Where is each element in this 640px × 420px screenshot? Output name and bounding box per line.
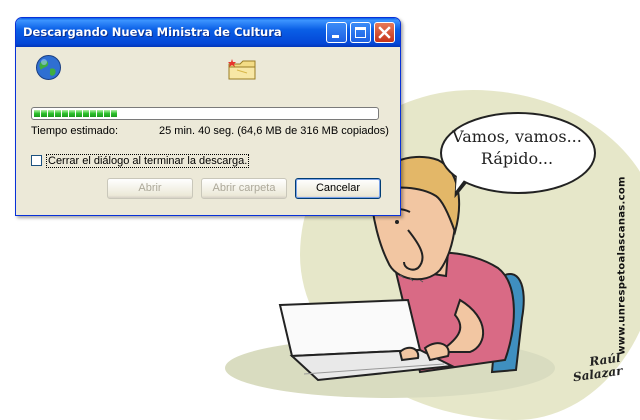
title-bar[interactable]: Descargando Nueva Ministra de Cultura [16,18,400,47]
progress-segment [34,110,40,117]
progress-segment [111,110,117,117]
globe-icon [36,55,61,80]
dialog-body: Tiempo estimado: 25 min. 40 seg. (64,6 M… [19,47,397,212]
open-folder-button[interactable]: Abrir carpeta [201,178,287,199]
site-credit: www.unrespetoalascanas.com [616,168,634,368]
close-button[interactable] [374,22,395,43]
speech-line-2: Rápido... [480,149,554,168]
open-button[interactable]: Abrir [107,178,193,199]
progress-segment [41,110,47,117]
close-on-finish-label[interactable]: Cerrar el diálogo al terminar la descarg… [46,154,250,168]
close-on-finish-checkbox[interactable] [31,155,42,166]
folder-icon [228,59,256,80]
progress-segment [83,110,89,117]
download-dialog: Descargando Nueva Ministra de Cultura Ti… [15,17,401,216]
minimize-icon [332,35,339,38]
minimize-button[interactable] [326,22,347,43]
estimated-time-label: Tiempo estimado: [31,125,119,137]
progress-segment [97,110,103,117]
estimated-time-value: 25 min. 40 seg. (64,6 MB de 316 MB copia… [159,125,389,137]
maximize-button[interactable] [350,22,371,43]
close-icon [378,26,391,39]
progress-segment [48,110,54,117]
download-progress-bar [31,107,379,120]
maximize-icon [355,27,366,38]
progress-segment [69,110,75,117]
speech-line-1: Vamos, vamos... [452,127,582,146]
cancel-button[interactable]: Cancelar [295,178,381,199]
progress-segment [55,110,61,117]
progress-segment [90,110,96,117]
progress-segment [104,110,110,117]
progress-fill [34,110,117,117]
window-title: Descargando Nueva Ministra de Cultura [23,25,282,39]
site-credit-text: www.unrespetoalascanas.com [616,176,628,355]
progress-segment [62,110,68,117]
speech-text: Vamos, vamos... Rápido... [444,126,590,170]
progress-segment [76,110,82,117]
